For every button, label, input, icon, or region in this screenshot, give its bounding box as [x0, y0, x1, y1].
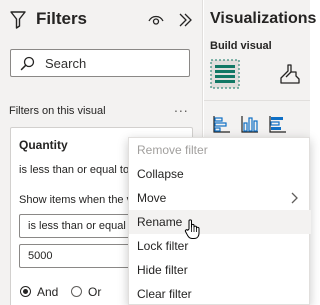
menu-item-label: Collapse — [137, 167, 184, 181]
menu-item-move[interactable]: Move — [129, 186, 311, 210]
menu-item-clear-filter[interactable]: Clear filter — [129, 282, 311, 305]
and-radio-label[interactable]: And — [37, 285, 58, 299]
visualizations-title: Visualizations — [210, 10, 317, 27]
and-radio[interactable] — [20, 286, 31, 297]
menu-item-collapse[interactable]: Collapse — [129, 162, 311, 186]
menu-item-lock-filter[interactable]: Lock filter — [129, 234, 311, 258]
filter-context-menu: Remove filter Collapse Move Rename Lock … — [128, 137, 311, 305]
viz-divider — [204, 100, 310, 101]
or-radio[interactable] — [71, 286, 82, 297]
search-icon — [20, 56, 35, 71]
menu-item-label: Lock filter — [137, 239, 189, 253]
format-visual-icon[interactable] — [278, 62, 302, 86]
stacked-column-chart-icon[interactable] — [240, 114, 260, 134]
build-visual-label: Build visual — [210, 40, 272, 52]
value-text: 5000 — [28, 250, 53, 262]
condition-value: is less than or equal to — [28, 220, 139, 232]
collapse-pane-icon[interactable] — [177, 12, 193, 28]
menu-item-label: Move — [137, 191, 167, 205]
menu-item-rename[interactable]: Rename — [129, 210, 311, 234]
clustered-bar-chart-icon[interactable] — [268, 114, 288, 134]
filter-icon — [10, 11, 26, 29]
search-placeholder: Search — [45, 56, 87, 71]
build-visual-icon[interactable] — [210, 59, 240, 89]
menu-item-label: Remove filter — [137, 143, 208, 157]
filters-pane-title: Filters — [36, 9, 88, 28]
more-options-button[interactable]: ... — [174, 99, 189, 115]
menu-item-label: Clear filter — [137, 287, 192, 301]
filters-pane-header: Filters — [0, 0, 203, 40]
or-radio-label[interactable]: Or — [88, 285, 101, 299]
menu-item-label: Hide filter — [137, 263, 188, 277]
search-input[interactable]: Search — [10, 49, 190, 77]
chevron-right-icon — [291, 192, 298, 204]
menu-item-hide-filter[interactable]: Hide filter — [129, 258, 311, 282]
eye-icon[interactable] — [148, 13, 164, 27]
filter-card-title[interactable]: Quantity — [19, 138, 68, 152]
hand-pointer-cursor-icon — [184, 219, 200, 239]
menu-item-label: Rename — [137, 215, 183, 229]
menu-item-remove-filter[interactable]: Remove filter — [129, 138, 311, 162]
section-label-filters-on-visual: Filters on this visual — [9, 105, 106, 117]
stacked-bar-chart-icon[interactable] — [212, 114, 232, 134]
